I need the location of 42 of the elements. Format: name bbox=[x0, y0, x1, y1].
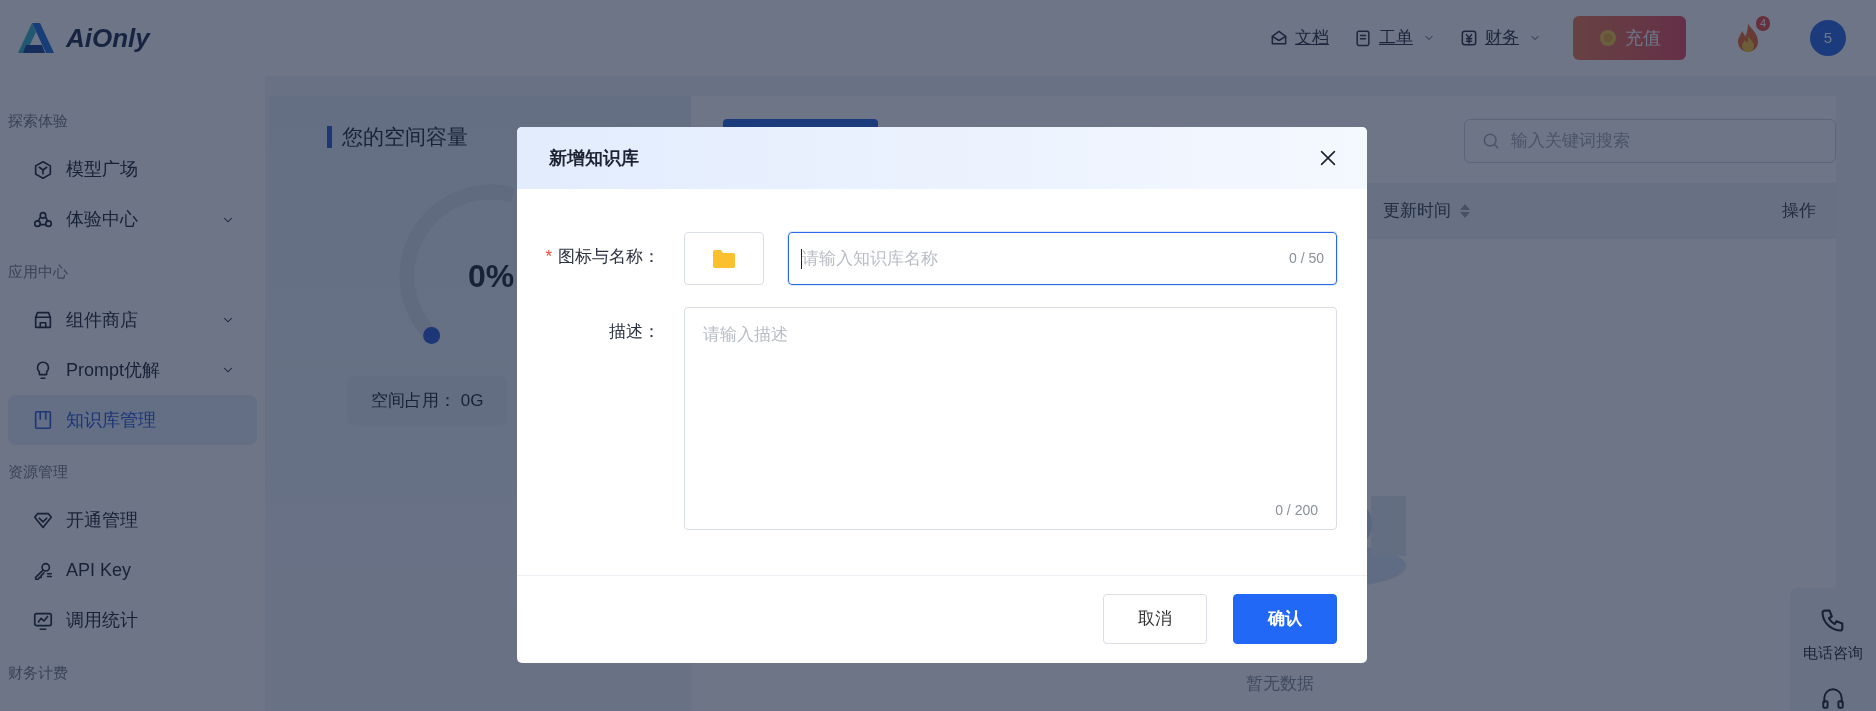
sidebar-item[interactable]: API Key bbox=[8, 545, 257, 596]
notification-badge: 4 bbox=[1755, 16, 1770, 31]
sidebar-item[interactable]: 组件商店 bbox=[8, 295, 257, 345]
sidebar-item[interactable]: Prompt优解 bbox=[8, 345, 257, 395]
search-icon bbox=[1481, 131, 1501, 151]
user-avatar[interactable]: 5 bbox=[1810, 20, 1846, 56]
logo-text: AiOnly bbox=[66, 21, 150, 55]
char-counter: 0 / 50 bbox=[1288, 249, 1324, 268]
name-input-field[interactable]: 请输入知识库名称 0 / 50 bbox=[788, 232, 1337, 285]
text-cursor bbox=[801, 248, 802, 269]
book-icon bbox=[32, 409, 54, 431]
field-label: 描述： bbox=[609, 322, 660, 341]
store-icon bbox=[32, 309, 54, 331]
dialog-title: 新增知识库 bbox=[549, 146, 639, 170]
folder-icon bbox=[713, 249, 735, 268]
mail-icon bbox=[1269, 28, 1289, 48]
sidebar-item[interactable]: 模型广场 bbox=[8, 144, 257, 195]
required-mark: * bbox=[545, 247, 552, 266]
recharge-button[interactable]: 充值 bbox=[1573, 16, 1686, 60]
clipboard-icon bbox=[1353, 28, 1373, 48]
gauge-percent: 0% bbox=[467, 257, 515, 296]
field-label: 图标与名称： bbox=[558, 247, 660, 266]
section-title: 您的空间容量 bbox=[327, 126, 468, 148]
sidebar-item[interactable]: 开通管理 bbox=[8, 495, 257, 546]
sidebar-item[interactable]: 知识库管理 bbox=[8, 395, 257, 445]
description-field[interactable]: 请输入描述 0 / 200 bbox=[684, 307, 1337, 530]
column-header: 操作 bbox=[1782, 200, 1816, 223]
yen-icon bbox=[1459, 28, 1479, 48]
coin-icon bbox=[1598, 29, 1617, 47]
cube-icon bbox=[32, 158, 54, 181]
nav-link[interactable]: 财务 bbox=[1459, 25, 1541, 51]
cancel-button[interactable]: 取消 bbox=[1103, 594, 1207, 644]
sidebar-item[interactable]: 体验中心 bbox=[8, 194, 257, 245]
phone-consult-button[interactable]: 电话咨询 bbox=[1803, 606, 1863, 665]
icon-picker[interactable] bbox=[684, 232, 764, 285]
char-counter: 0 / 200 bbox=[1275, 501, 1318, 520]
column-header[interactable]: 更新时间 bbox=[1383, 198, 1471, 224]
sidebar-item[interactable]: 调用统计 bbox=[8, 595, 257, 646]
nav-link[interactable]: 工单 bbox=[1353, 25, 1435, 51]
sort-icon[interactable] bbox=[1459, 203, 1471, 219]
nav-link[interactable]: 文档 bbox=[1269, 25, 1329, 51]
confirm-button[interactable]: 确认 bbox=[1233, 594, 1337, 644]
